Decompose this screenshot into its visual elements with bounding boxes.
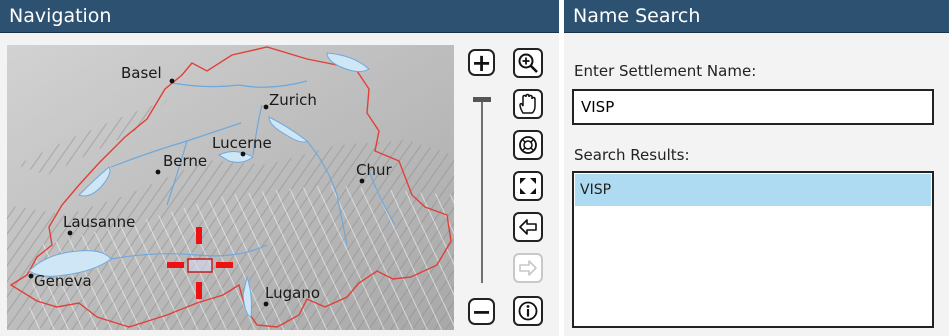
full-extent-button[interactable] <box>513 130 543 160</box>
search-results-label: Search Results: <box>574 146 690 164</box>
full-extent-icon <box>519 136 537 154</box>
zoom-in-button[interactable]: + <box>468 49 495 76</box>
pan-tool-button[interactable] <box>513 89 543 119</box>
info-button[interactable] <box>513 296 543 326</box>
city-label-berne: Berne <box>163 152 207 170</box>
city-label-lugano: Lugano <box>265 284 320 302</box>
navigation-title: Navigation <box>0 0 559 33</box>
forward-button[interactable] <box>513 253 543 283</box>
settlement-name-input[interactable] <box>572 89 934 125</box>
name-search-panel: Name Search Enter Settlement Name: Searc… <box>564 0 949 336</box>
zoom-to-extent-button[interactable] <box>513 171 543 201</box>
city-label-geneva: Geneva <box>34 272 92 290</box>
back-arrow-icon <box>519 219 537 235</box>
map-toolbar <box>513 45 553 330</box>
search-results-list[interactable]: VISP <box>572 171 934 328</box>
info-icon <box>518 301 538 321</box>
city-label-chur: Chur <box>356 161 392 179</box>
map-view[interactable]: Basel Zurich Lucerne Berne Chur Lausanne… <box>7 45 454 330</box>
navigation-panel: Navigation Basel Zurich Lucerne Berne Ch… <box>0 0 559 336</box>
search-result-item[interactable]: VISP <box>575 174 931 206</box>
zoom-slider[interactable]: + − <box>464 45 504 330</box>
forward-arrow-icon <box>519 260 537 276</box>
zoom-tool-button[interactable] <box>513 48 543 78</box>
zoom-out-button[interactable]: − <box>468 298 495 325</box>
settlement-name-label: Enter Settlement Name: <box>574 62 757 80</box>
magnifier-plus-icon <box>518 53 538 73</box>
zoom-to-extent-icon <box>520 178 536 194</box>
city-label-zurich: Zurich <box>269 91 317 109</box>
zoom-handle[interactable] <box>473 97 491 102</box>
city-label-lausanne: Lausanne <box>63 213 135 231</box>
city-label-lucerne: Lucerne <box>212 134 272 152</box>
name-search-title: Name Search <box>564 0 949 33</box>
zoom-track[interactable] <box>481 97 483 283</box>
back-button[interactable] <box>513 212 543 242</box>
hand-pan-icon <box>519 93 536 114</box>
city-label-basel: Basel <box>121 64 162 82</box>
